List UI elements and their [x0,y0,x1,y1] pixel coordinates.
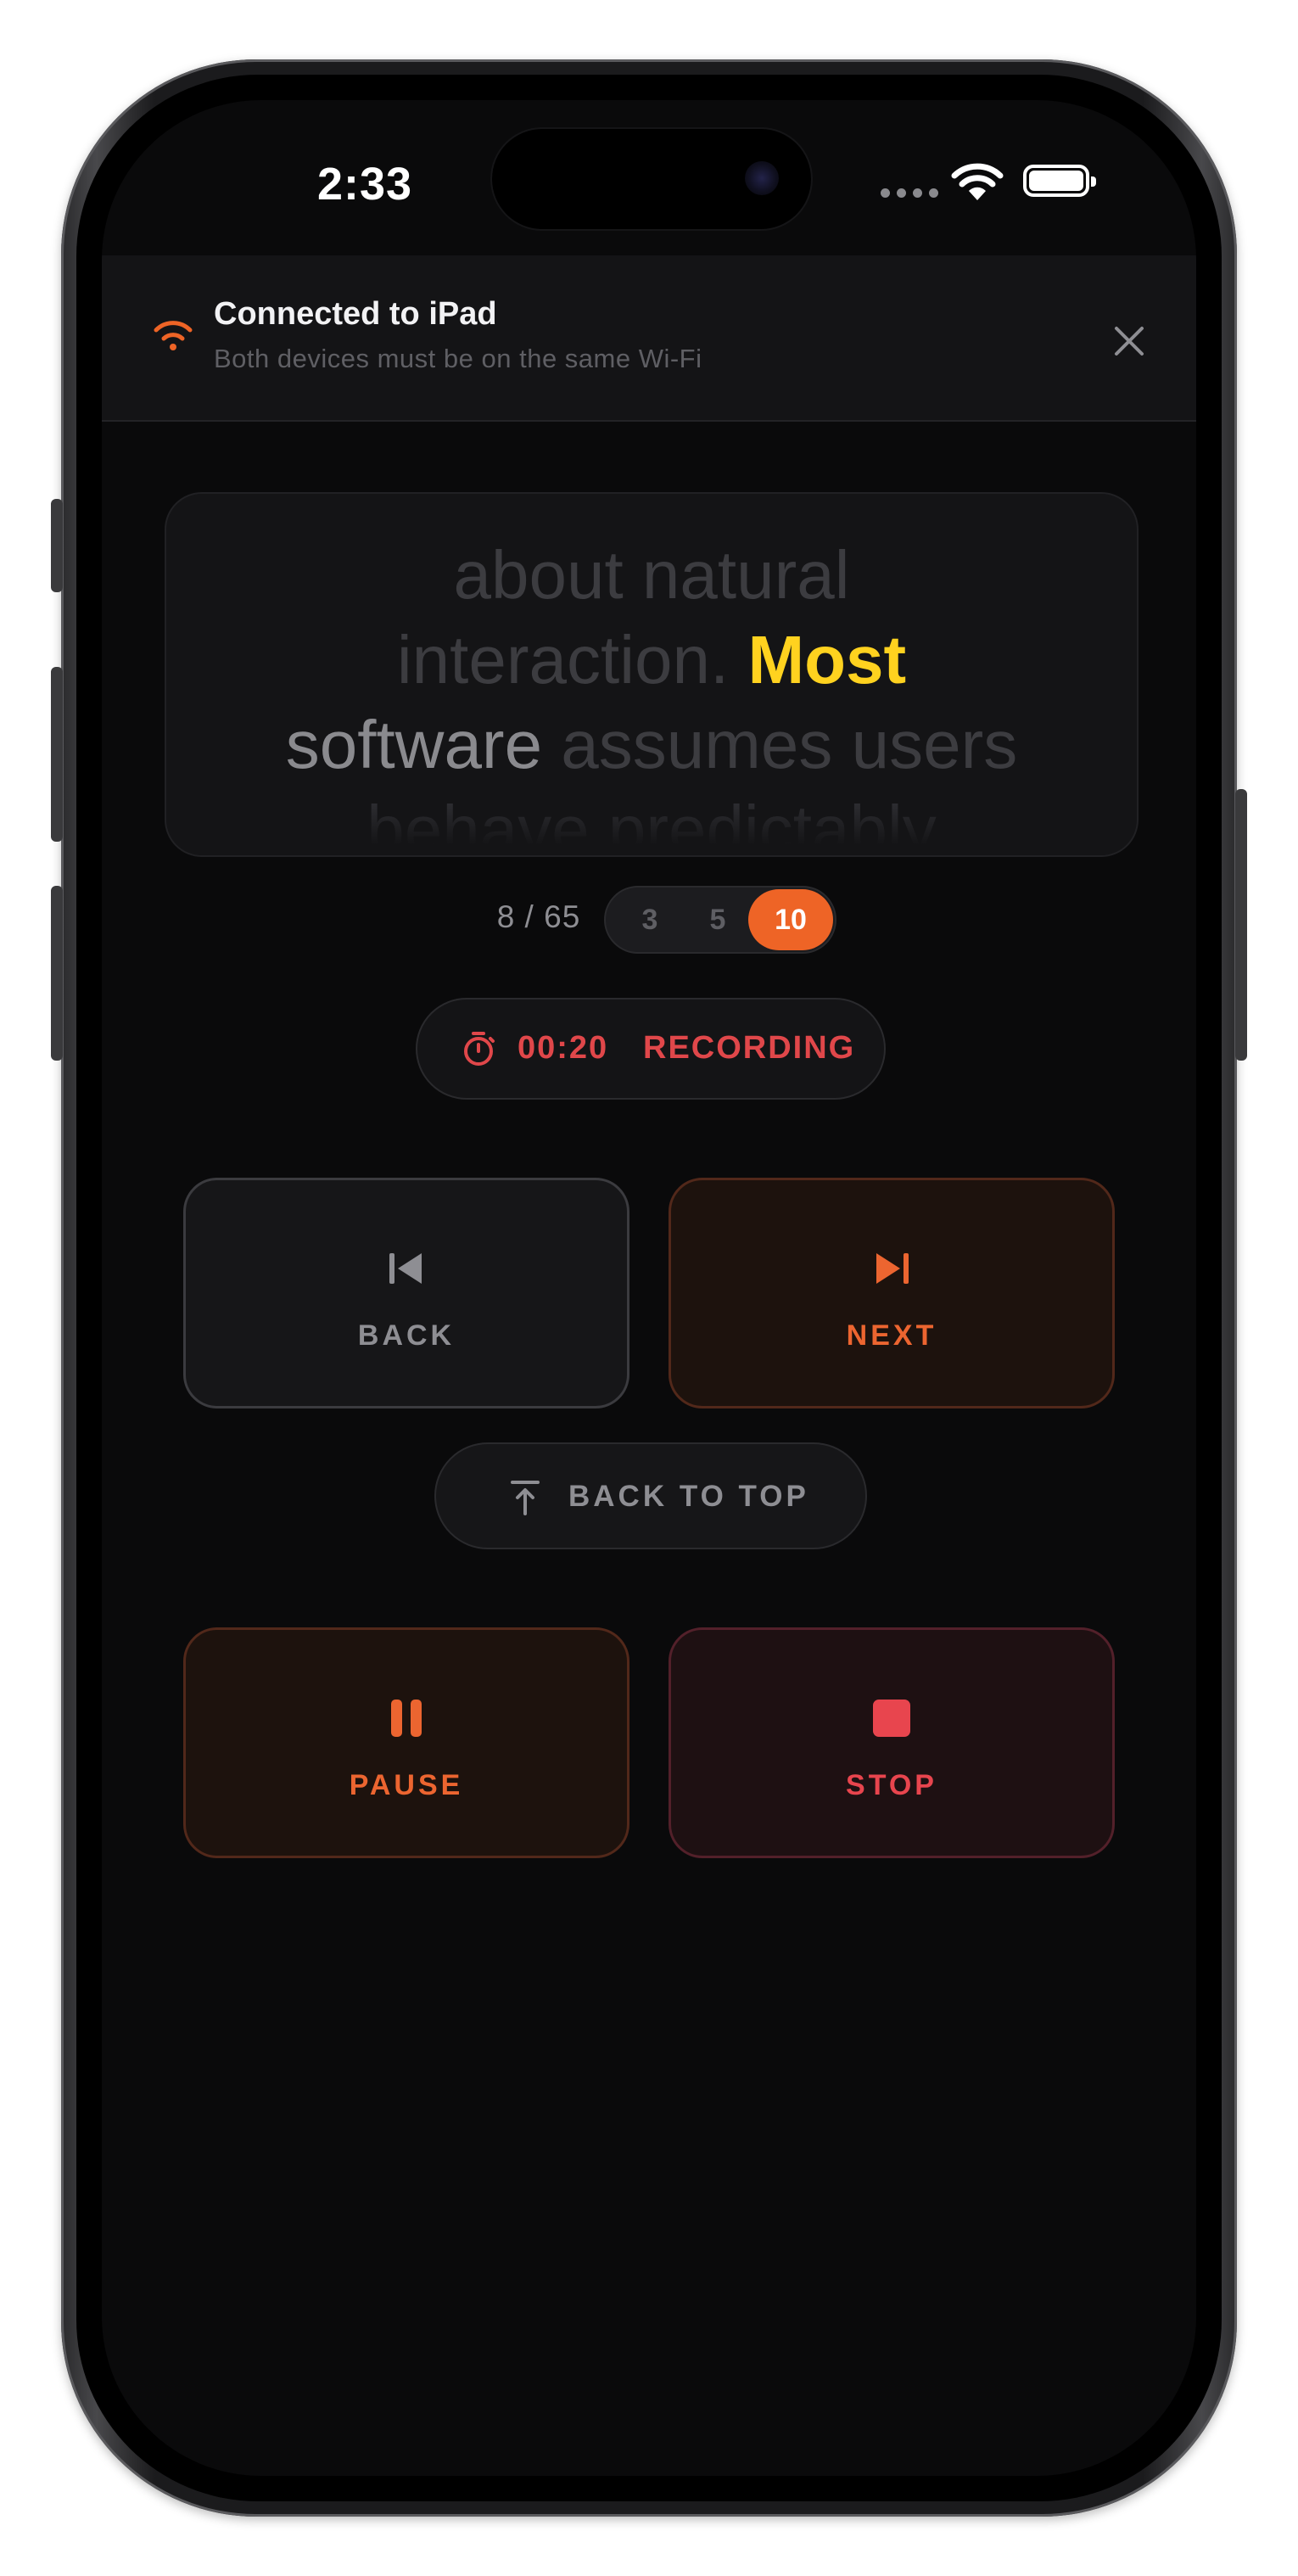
volume-up-button [51,667,63,842]
recording-label: RECORDING [643,1030,856,1066]
next-label: NEXT [846,1319,937,1352]
skip-forward-icon [876,1253,909,1284]
power-button [1235,789,1247,1061]
current-word: Most [747,622,907,697]
stop-button[interactable]: STOP [669,1627,1115,1858]
banner-subtitle: Both devices must be on the same Wi-Fi [214,344,702,373]
teleprompter-card[interactable]: about natural interaction. Most software… [165,492,1139,857]
back-to-top-button[interactable]: BACK TO TOP [434,1442,867,1549]
status-time: 2:33 [316,159,413,210]
word-progress: 8 / 65 [496,899,581,934]
stop-label: STOP [846,1769,937,1801]
front-camera [745,161,779,195]
speed-selector: 3 5 10 [604,886,836,954]
next-button[interactable]: NEXT [669,1178,1115,1408]
connection-banner: Connected to iPad Both devices must be o… [102,255,1196,422]
stop-icon [873,1700,910,1737]
prompt-line: assumes users [561,707,1018,782]
cellular-signal-icon [881,188,938,198]
action-button [51,499,63,592]
close-icon[interactable] [1111,323,1147,359]
back-label: BACK [357,1319,456,1352]
wifi-icon [951,163,1004,200]
pause-button[interactable]: PAUSE [183,1627,629,1858]
recording-timer: 00:20 RECORDING [416,998,886,1100]
skip-back-icon [389,1253,422,1284]
wifi-icon [154,321,193,350]
prompt-line: interaction. [396,622,730,697]
battery-icon [1023,165,1096,197]
banner-title: Connected to iPad [214,296,497,332]
stopwatch-icon [464,1032,495,1066]
screen: 2:33 Connected to iPad Both devices must… [102,100,1196,2476]
speed-option-3[interactable]: 3 [626,888,674,952]
prompt-fade [166,804,1137,855]
prompt-line: about natural [453,537,850,613]
speed-option-5[interactable]: 5 [694,888,741,952]
recording-time: 00:20 [518,1030,609,1066]
speed-option-10[interactable]: 10 [748,889,833,950]
volume-down-button [51,886,63,1061]
arrow-to-top-icon [511,1481,540,1515]
pause-icon [391,1700,422,1737]
dynamic-island [492,129,811,229]
pause-label: PAUSE [349,1769,464,1801]
back-to-top-label: BACK TO TOP [568,1480,809,1513]
prompt-word-upcoming: software [285,707,543,782]
back-button[interactable]: BACK [183,1178,629,1408]
